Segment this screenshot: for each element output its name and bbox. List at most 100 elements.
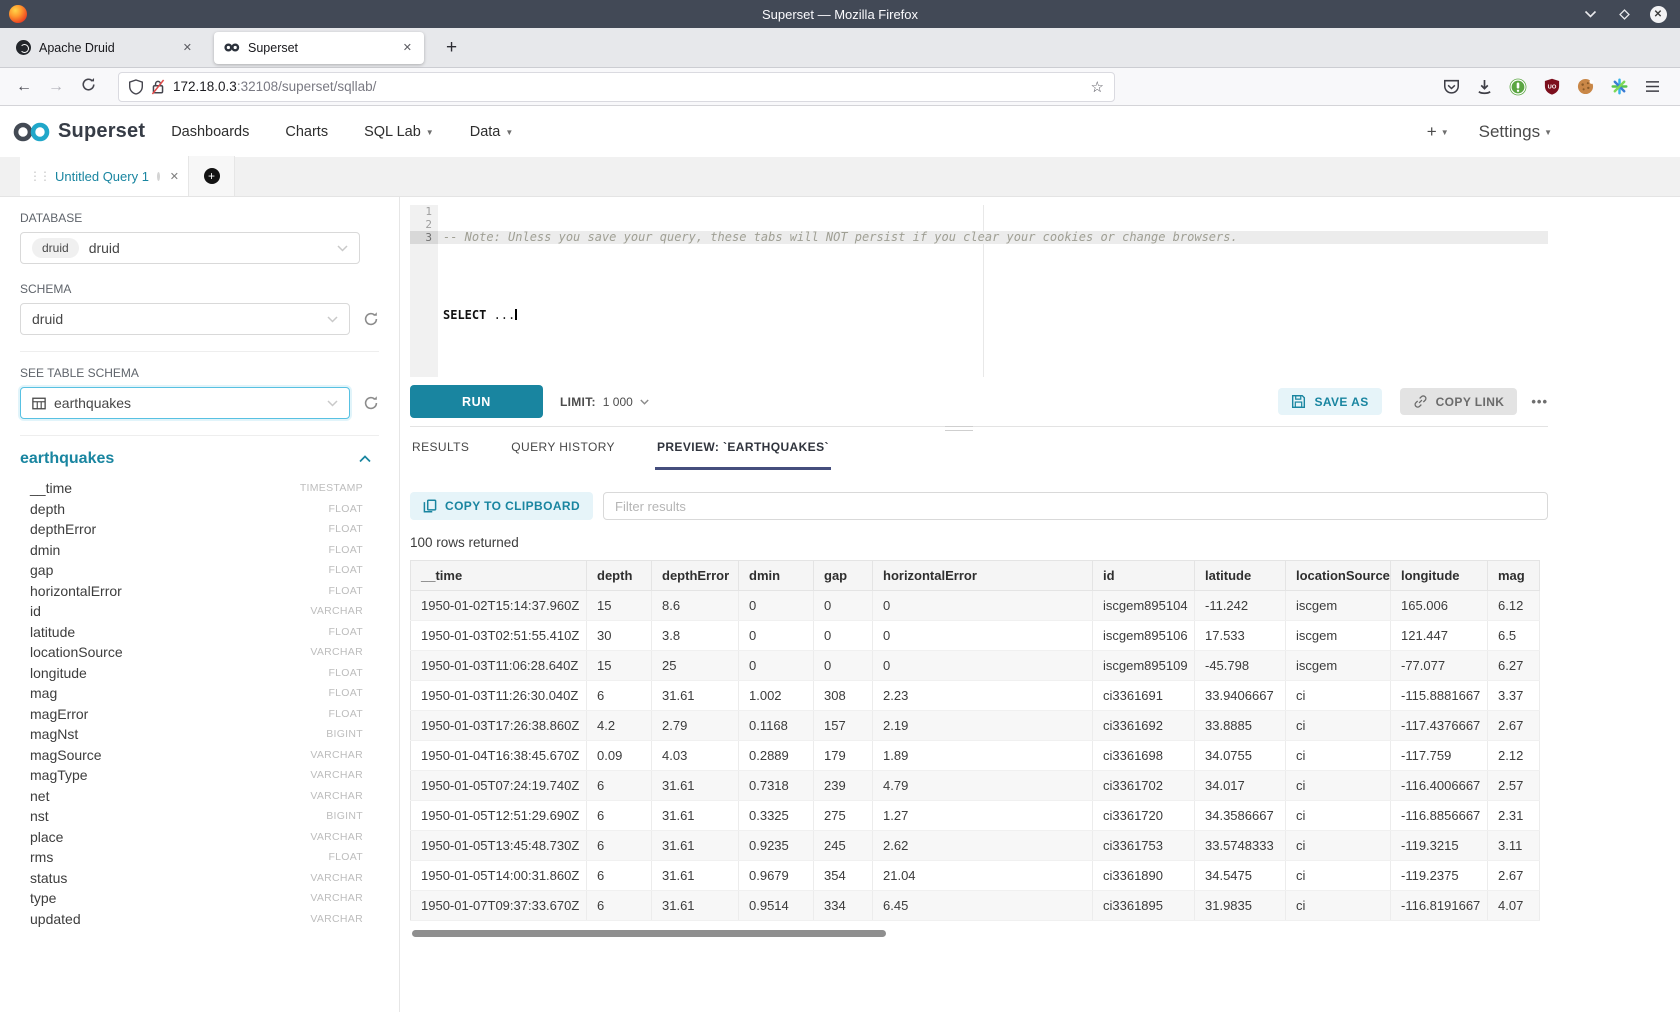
limit-dropdown[interactable]: LIMIT: 1 000 bbox=[560, 395, 649, 409]
column-type: VARCHAR bbox=[310, 892, 363, 904]
column-row-nst: nstBIGINT bbox=[30, 806, 363, 827]
browser-tab-apache-druid[interactable]: Apache Druid✕ bbox=[6, 32, 204, 64]
new-item-button[interactable]: + ▼ bbox=[1427, 122, 1449, 142]
filter-results-input[interactable] bbox=[603, 492, 1548, 520]
column-header-deptherror[interactable]: depthError bbox=[652, 561, 739, 591]
schema-select[interactable]: druid bbox=[20, 303, 350, 335]
drag-handle-icon[interactable]: ⋮⋮ bbox=[29, 169, 49, 183]
refresh-schema-icon[interactable] bbox=[363, 311, 379, 327]
table-cell: 0 bbox=[739, 591, 814, 621]
sql-editor[interactable]: 123 -- Note: Unless you save your query,… bbox=[410, 205, 1548, 377]
refresh-tables-icon[interactable] bbox=[363, 395, 379, 411]
table-cell: 8.6 bbox=[652, 591, 739, 621]
column-name: net bbox=[30, 788, 49, 804]
insecure-lock-icon[interactable] bbox=[151, 79, 165, 95]
browser-tab-bar: Apache Druid✕ Superset✕ + bbox=[0, 28, 1680, 68]
south-tab-preview-earthquakes[interactable]: PREVIEW: `EARTHQUAKES` bbox=[655, 427, 831, 470]
column-type: TIMESTAMP bbox=[300, 482, 363, 494]
nav-item-dashboards[interactable]: Dashboards bbox=[171, 124, 249, 140]
column-header-depth[interactable]: depth bbox=[587, 561, 652, 591]
nav-item-sql-lab[interactable]: SQL Lab▼ bbox=[364, 124, 434, 140]
table-cell: 4.07 bbox=[1488, 891, 1540, 921]
table-cell: 1950-01-05T12:51:29.690Z bbox=[411, 801, 587, 831]
column-header-id[interactable]: id bbox=[1093, 561, 1195, 591]
table-icon bbox=[32, 397, 46, 410]
column-header-longitude[interactable]: longitude bbox=[1391, 561, 1488, 591]
column-header-mag[interactable]: mag bbox=[1488, 561, 1540, 591]
pocket-icon[interactable] bbox=[1443, 79, 1460, 95]
editor-comment-line: -- Note: Unless you save your query, the… bbox=[443, 231, 1548, 244]
horizontal-scrollbar-thumb[interactable] bbox=[412, 930, 886, 937]
chevron-down-icon bbox=[337, 239, 348, 257]
database-select[interactable]: druid druid bbox=[20, 232, 360, 264]
forward-icon[interactable]: → bbox=[40, 78, 72, 96]
reload-icon[interactable] bbox=[72, 77, 104, 97]
add-query-tab-button[interactable]: + bbox=[188, 156, 235, 196]
column-name: nst bbox=[30, 808, 49, 824]
table-cell: 17.533 bbox=[1195, 621, 1286, 651]
table-cell: -116.4006667 bbox=[1391, 771, 1488, 801]
run-button[interactable]: RUN bbox=[410, 385, 543, 418]
table-row: 1950-01-03T17:26:38.860Z4.22.790.1168157… bbox=[411, 711, 1540, 741]
table-cell: 1950-01-03T17:26:38.860Z bbox=[411, 711, 587, 741]
back-icon[interactable]: ← bbox=[8, 78, 40, 96]
caret-down-icon: ▼ bbox=[505, 128, 513, 137]
new-tab-button[interactable]: + bbox=[436, 37, 467, 59]
copy-link-button[interactable]: COPY LINK bbox=[1400, 388, 1518, 415]
menu-hamburger-icon[interactable] bbox=[1645, 80, 1660, 93]
column-header-time[interactable]: __time bbox=[411, 561, 587, 591]
column-header-latitude[interactable]: latitude bbox=[1195, 561, 1286, 591]
pane-resize-grip[interactable] bbox=[945, 426, 973, 431]
more-options-button[interactable]: ••• bbox=[1531, 394, 1548, 409]
bookmark-star-icon[interactable]: ☆ bbox=[1091, 78, 1104, 96]
close-query-tab-icon[interactable]: ✕ bbox=[170, 170, 179, 183]
chevron-down-icon bbox=[327, 394, 338, 412]
nav-item-charts[interactable]: Charts bbox=[285, 124, 328, 140]
tracking-protection-icon[interactable] bbox=[129, 79, 143, 95]
tab-close-icon[interactable]: ✕ bbox=[181, 41, 194, 54]
column-header-gap[interactable]: gap bbox=[814, 561, 873, 591]
column-row-deptherror: depthErrorFLOAT bbox=[30, 519, 363, 540]
nav-item-data[interactable]: Data▼ bbox=[470, 124, 514, 140]
collapse-chevron-up-icon[interactable] bbox=[359, 455, 371, 463]
table-cell: 0 bbox=[873, 621, 1093, 651]
window-close-icon[interactable]: ✕ bbox=[1646, 2, 1670, 26]
query-tab-untitled[interactable]: ⋮⋮ Untitled Query 1 ✕ bbox=[20, 156, 188, 196]
table-schema-title[interactable]: earthquakes bbox=[20, 450, 114, 468]
table-cell: 0.3325 bbox=[739, 801, 814, 831]
settings-menu[interactable]: Settings ▼ bbox=[1479, 122, 1552, 142]
table-select[interactable]: earthquakes bbox=[20, 387, 350, 419]
window-minimize-icon[interactable] bbox=[1578, 2, 1602, 26]
ublock-origin-icon[interactable]: UO bbox=[1544, 78, 1560, 95]
save-as-button[interactable]: SAVE AS bbox=[1278, 388, 1381, 415]
column-row-magtype: magTypeVARCHAR bbox=[30, 765, 363, 786]
nav-item-label: SQL Lab bbox=[364, 124, 421, 140]
downloads-icon[interactable] bbox=[1477, 79, 1492, 95]
tab-close-icon[interactable]: ✕ bbox=[401, 41, 414, 54]
table-cell: -119.2375 bbox=[1391, 861, 1488, 891]
browser-tab-superset[interactable]: Superset✕ bbox=[214, 32, 424, 64]
south-tab-results[interactable]: RESULTS bbox=[410, 427, 471, 470]
table-cell: 34.5475 bbox=[1195, 861, 1286, 891]
url-bar[interactable]: 172.18.0.3:32108/superset/sqllab/ ☆ bbox=[118, 72, 1115, 102]
copy-to-clipboard-button[interactable]: COPY TO CLIPBOARD bbox=[410, 492, 593, 520]
table-cell: 6 bbox=[587, 771, 652, 801]
cookie-extension-icon[interactable] bbox=[1577, 78, 1594, 95]
window-maximize-icon[interactable] bbox=[1612, 2, 1636, 26]
table-cell: 1950-01-07T09:37:33.670Z bbox=[411, 891, 587, 921]
column-type: VARCHAR bbox=[310, 646, 363, 658]
column-name: magType bbox=[30, 767, 88, 783]
results-controls: COPY TO CLIPBOARD bbox=[410, 492, 1548, 520]
table-cell: -11.242 bbox=[1195, 591, 1286, 621]
table-cell: 15 bbox=[587, 591, 652, 621]
column-header-horizontalerror[interactable]: horizontalError bbox=[873, 561, 1093, 591]
south-tab-query-history[interactable]: QUERY HISTORY bbox=[509, 427, 617, 470]
table-cell: 0.9679 bbox=[739, 861, 814, 891]
column-row-rms: rmsFLOAT bbox=[30, 847, 363, 868]
extension-asterisk-icon[interactable] bbox=[1611, 78, 1628, 95]
column-header-dmin[interactable]: dmin bbox=[739, 561, 814, 591]
column-header-locationsource[interactable]: locationSource bbox=[1286, 561, 1391, 591]
extension-green-icon[interactable] bbox=[1509, 78, 1527, 96]
superset-logo[interactable]: Superset bbox=[12, 119, 145, 145]
column-name: mag bbox=[30, 685, 57, 701]
